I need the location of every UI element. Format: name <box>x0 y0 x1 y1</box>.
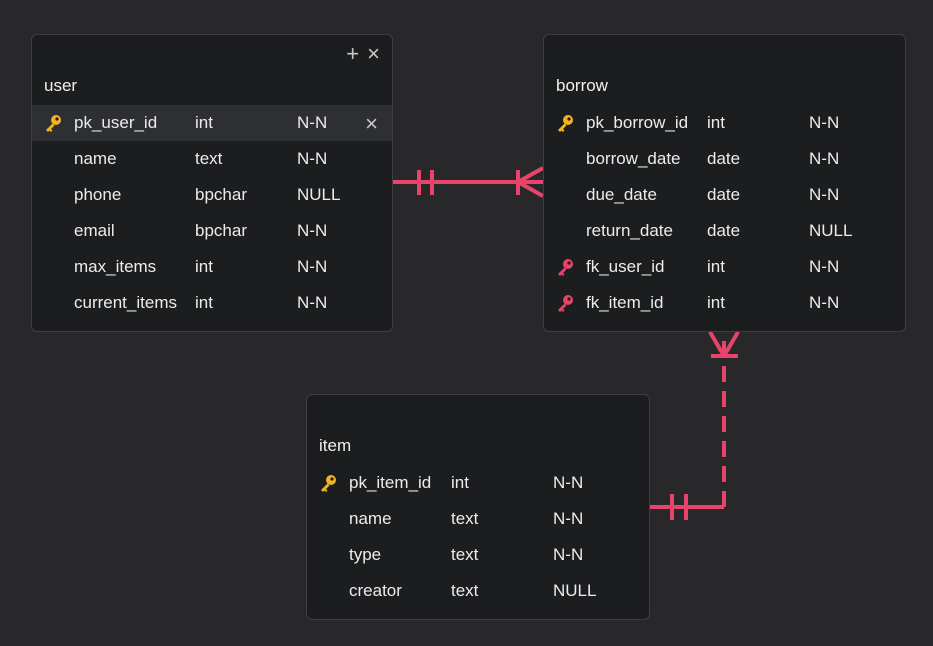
close-icon[interactable]: × <box>367 43 380 65</box>
primary-key-icon <box>558 115 573 132</box>
table-title: borrow <box>556 76 608 95</box>
column-nullability: N-N <box>809 257 840 276</box>
column-name: return_date <box>586 221 673 240</box>
column-name: due_date <box>586 185 657 204</box>
foreign-key-icon <box>558 259 573 276</box>
table-user[interactable]: + × user pk_user_id int N-N × name text … <box>31 34 393 332</box>
column-nullability: N-N <box>297 149 328 168</box>
column-nullability: N-N <box>297 221 328 240</box>
column-type: int <box>707 257 725 276</box>
column-row[interactable]: pk_item_id int N-N <box>307 465 649 501</box>
column-type: date <box>707 185 741 204</box>
column-row[interactable]: email bpchar N-N <box>32 213 392 249</box>
column-name: email <box>74 221 115 240</box>
column-name: creator <box>349 581 402 600</box>
column-type: text <box>451 545 479 564</box>
column-row[interactable]: borrow_date date N-N <box>544 141 905 177</box>
column-type: int <box>707 113 725 132</box>
foreign-key-icon <box>558 295 573 312</box>
column-name: pk_borrow_id <box>586 113 689 132</box>
column-list: pk_item_id int N-N name text N-N type te… <box>307 465 649 609</box>
column-type: date <box>707 149 741 168</box>
column-name: phone <box>74 185 122 204</box>
column-row[interactable]: pk_borrow_id int N-N <box>544 105 905 141</box>
table-title: user <box>44 76 78 95</box>
column-type: int <box>451 473 469 492</box>
column-nullability: NULL <box>553 581 597 600</box>
column-row[interactable]: creator text NULL <box>307 573 649 609</box>
column-name: pk_item_id <box>349 473 432 492</box>
column-nullability: N-N <box>553 545 584 564</box>
column-row[interactable]: fk_item_id int N-N <box>544 285 905 321</box>
column-row[interactable]: max_items int N-N <box>32 249 392 285</box>
table-title: item <box>319 436 352 455</box>
relationship-item-borrow[interactable] <box>650 330 740 520</box>
column-type: bpchar <box>195 221 247 240</box>
column-name: borrow_date <box>586 149 681 168</box>
table-actions: + × <box>346 43 380 65</box>
column-type: int <box>195 113 213 132</box>
column-name: type <box>349 545 382 564</box>
delete-column-icon[interactable]: × <box>365 111 378 137</box>
column-type: text <box>451 509 479 528</box>
column-name: fk_item_id <box>586 293 664 312</box>
column-type: int <box>195 293 213 312</box>
column-name: current_items <box>74 293 177 312</box>
column-row[interactable]: return_date date NULL <box>544 213 905 249</box>
column-nullability: N-N <box>809 113 840 132</box>
column-nullability: N-N <box>809 185 840 204</box>
column-nullability: N-N <box>809 149 840 168</box>
column-name: pk_user_id <box>74 113 158 132</box>
column-nullability: N-N <box>297 257 328 276</box>
column-row[interactable]: type text N-N <box>307 537 649 573</box>
column-row[interactable]: name text N-N <box>32 141 392 177</box>
primary-key-icon <box>321 475 336 492</box>
column-row[interactable]: phone bpchar NULL <box>32 177 392 213</box>
column-list: pk_user_id int N-N × name text N-N phone… <box>32 105 392 321</box>
column-nullability: N-N <box>553 473 584 492</box>
column-type: int <box>707 293 725 312</box>
column-list: pk_borrow_id int N-N borrow_date date N-… <box>544 105 905 321</box>
column-type: int <box>195 257 213 276</box>
column-nullability: NULL <box>297 185 341 204</box>
crow-foot-left <box>708 330 726 358</box>
crow-foot-right <box>722 330 740 358</box>
column-name: name <box>349 509 392 528</box>
column-row[interactable]: name text N-N <box>307 501 649 537</box>
column-name: name <box>74 149 117 168</box>
column-row[interactable]: fk_user_id int N-N <box>544 249 905 285</box>
column-name: max_items <box>74 257 157 276</box>
primary-key-icon <box>46 115 61 132</box>
column-nullability: N-N <box>809 293 840 312</box>
crow-foot-upper <box>517 166 544 184</box>
column-nullability: NULL <box>809 221 853 240</box>
column-nullability: N-N <box>297 113 328 132</box>
column-nullability: N-N <box>297 293 328 312</box>
relationship-user-borrow[interactable] <box>393 166 544 198</box>
column-name: fk_user_id <box>586 257 665 276</box>
column-type: bpchar <box>195 185 247 204</box>
crow-foot-lower <box>517 180 544 198</box>
column-row[interactable]: due_date date N-N <box>544 177 905 213</box>
table-item[interactable]: item pk_item_id int N-N name text N-N ty… <box>306 394 650 620</box>
column-row[interactable]: current_items int N-N <box>32 285 392 321</box>
column-type: text <box>451 581 479 600</box>
column-type: date <box>707 221 741 240</box>
table-borrow[interactable]: borrow pk_borrow_id int N-N borrow_date … <box>543 34 906 332</box>
column-row[interactable]: pk_user_id int N-N × <box>32 105 392 141</box>
plus-icon[interactable]: + <box>346 43 359 65</box>
column-type: text <box>195 149 223 168</box>
column-nullability: N-N <box>553 509 584 528</box>
